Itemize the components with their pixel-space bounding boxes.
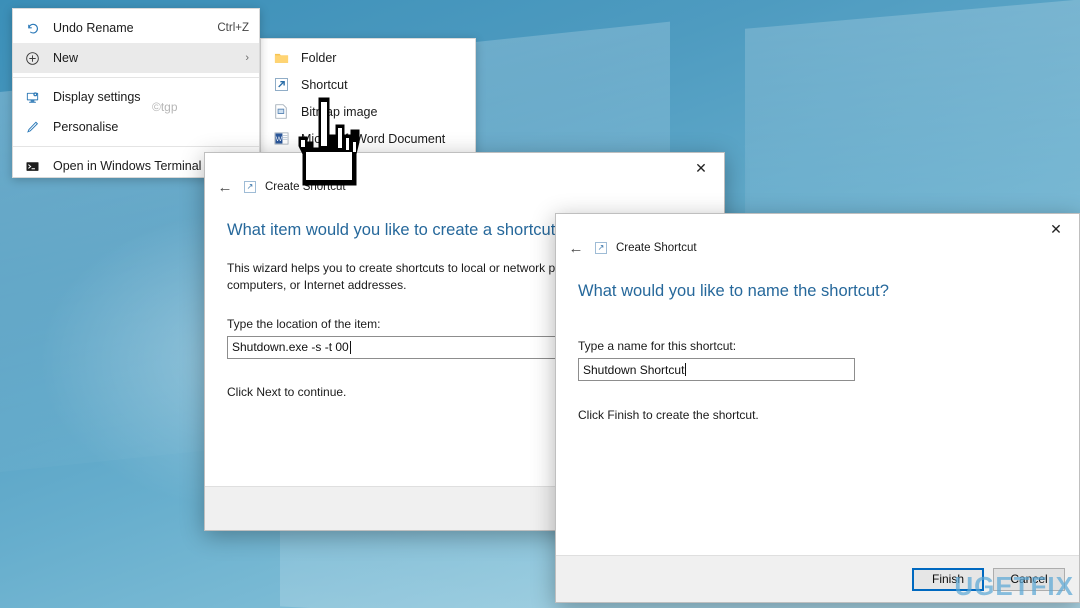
submenu-item-shortcut[interactable]: Shortcut	[261, 71, 475, 98]
back-arrow-icon[interactable]: ←	[566, 238, 586, 258]
submenu-label: Shortcut	[301, 77, 348, 92]
plus-circle-icon	[21, 48, 43, 68]
back-arrow-icon[interactable]: ←	[215, 177, 235, 197]
context-menu-divider	[13, 77, 259, 78]
close-icon[interactable]: ✕	[678, 153, 724, 184]
shortcut-arrow-icon	[271, 76, 291, 94]
monitor-icon	[21, 87, 43, 107]
dialog2-field-label: Type a name for this shortcut:	[578, 339, 737, 353]
context-menu-label: Undo Rename	[53, 21, 134, 35]
text-caret	[685, 363, 687, 376]
submenu-item-folder[interactable]: Folder	[261, 44, 475, 71]
undo-icon	[21, 18, 43, 38]
submenu-label: Folder	[301, 50, 337, 65]
dialog2-title: Create Shortcut	[616, 242, 697, 254]
dialog2-heading: What would you like to name the shortcut…	[578, 282, 889, 300]
shortcut-arrow-icon: ↗	[595, 242, 607, 254]
cancel-button[interactable]: Cancel	[993, 567, 1065, 591]
submenu-item-bitmap-image[interactable]: Bitmap image	[261, 98, 475, 125]
context-menu-divider	[13, 146, 259, 147]
dialog2-body: What would you like to name the shortcut…	[556, 260, 1079, 555]
bitmap-image-icon	[271, 103, 291, 121]
close-icon[interactable]: ✕	[1033, 214, 1079, 245]
context-menu-item-personalise[interactable]: Personalise	[13, 112, 259, 142]
dialog2-nav: ← ↗ Create Shortcut	[566, 238, 697, 258]
dialog2-footer: Finish Cancel	[556, 555, 1079, 602]
context-menu-accelerator: Ctrl+Z	[217, 22, 249, 34]
submenu-item-microsoft-word-document[interactable]: W Microsoft Word Document	[261, 125, 475, 152]
location-input-value: Shutdown.exe -s -t 00	[232, 340, 349, 355]
shortcut-arrow-icon: ↗	[244, 181, 256, 193]
dialog2-hint: Click Finish to create the shortcut.	[578, 408, 759, 422]
dialog1-nav: ← ↗ Create Shortcut	[215, 177, 346, 197]
pen-icon	[21, 117, 43, 137]
context-menu-item-undo-rename[interactable]: Undo Rename Ctrl+Z	[13, 13, 259, 43]
context-menu-item-display-settings[interactable]: Display settings	[13, 82, 259, 112]
submenu-label: Microsoft Word Document	[301, 131, 446, 146]
shortcut-name-value: Shutdown Shortcut	[583, 362, 685, 377]
dialog1-title: Create Shortcut	[265, 181, 346, 193]
svg-text:W: W	[275, 136, 282, 143]
context-menu-item-new[interactable]: New ›	[13, 43, 259, 73]
submenu-label: Bitmap image	[301, 104, 378, 119]
finish-button[interactable]: Finish	[912, 567, 984, 591]
terminal-icon	[21, 156, 43, 176]
dialog2-titlebar: ✕ ← ↗ Create Shortcut	[556, 214, 1079, 260]
context-menu-label: Display settings	[53, 90, 141, 104]
text-caret	[349, 340, 351, 354]
context-menu-label: New	[53, 51, 79, 65]
shortcut-name-input[interactable]: Shutdown Shortcut	[578, 358, 855, 381]
chevron-right-icon: ›	[245, 52, 249, 64]
context-menu-label: Personalise	[53, 120, 119, 134]
folder-icon	[271, 49, 291, 67]
word-document-icon: W	[271, 130, 291, 148]
dialog1-titlebar: ✕ ← ↗ Create Shortcut	[205, 153, 724, 199]
create-shortcut-dialog-name: ✕ ← ↗ Create Shortcut What would you lik…	[555, 213, 1080, 603]
new-submenu: Folder Shortcut Bitmap image W Microsoft…	[260, 38, 476, 158]
